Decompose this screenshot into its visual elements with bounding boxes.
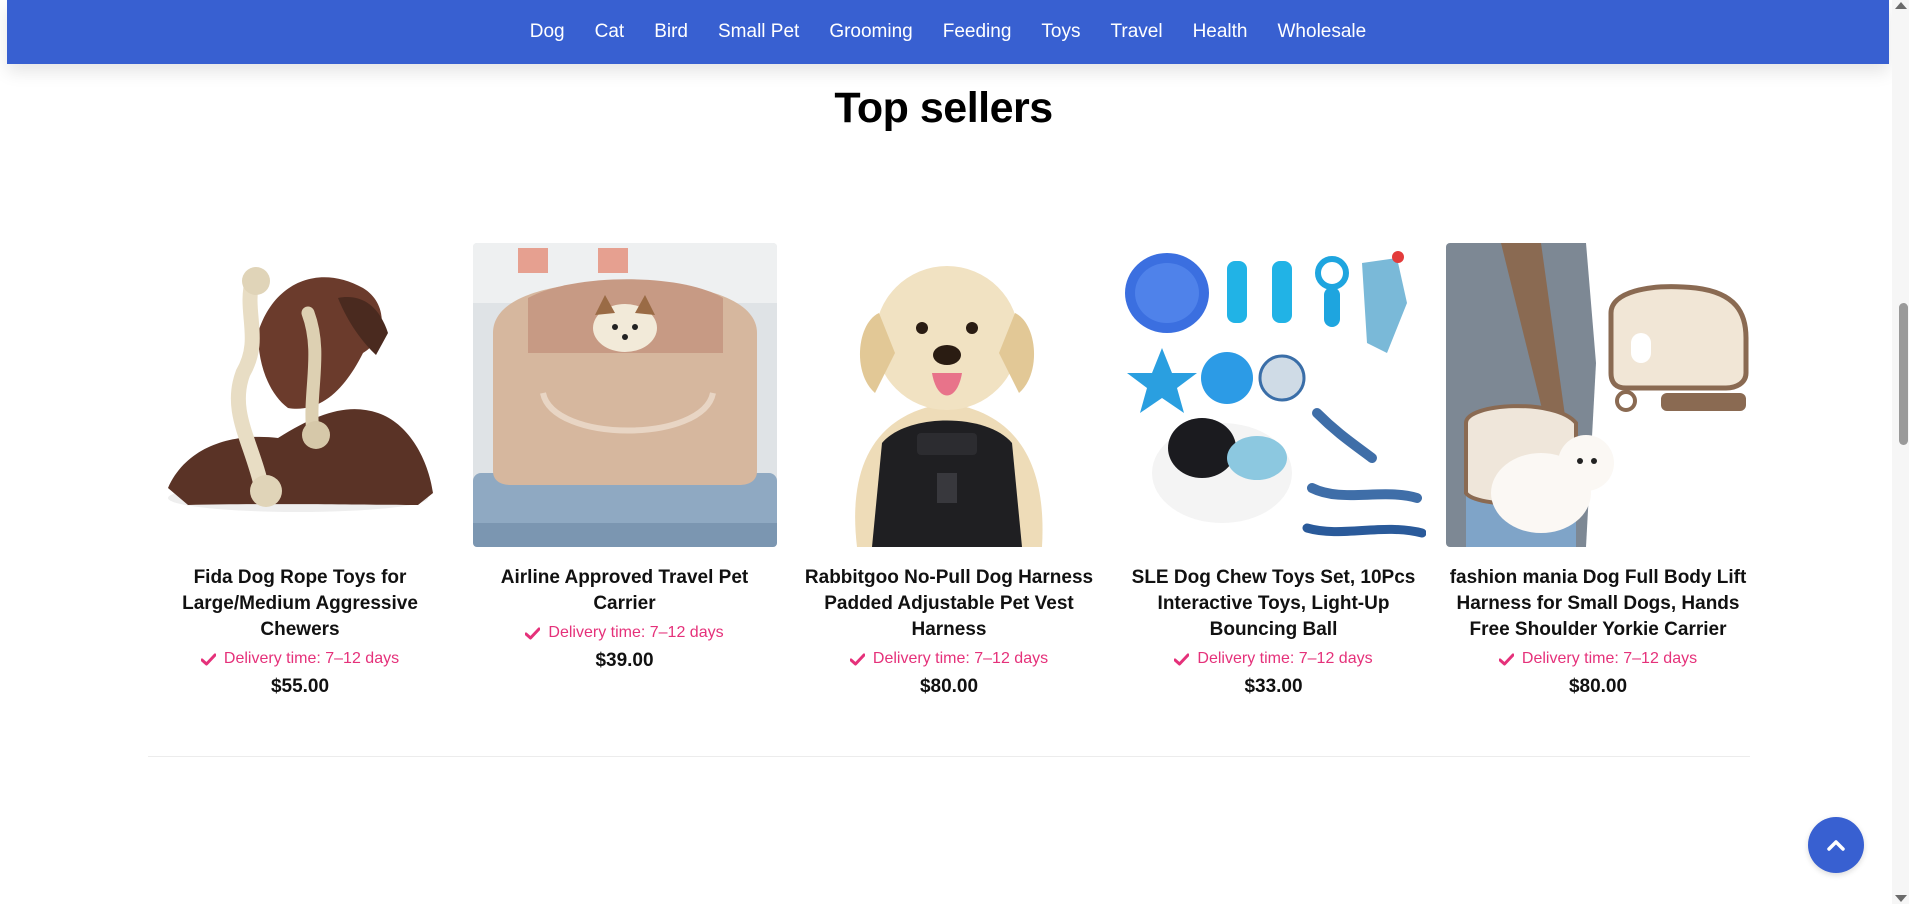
- main-nav: Dog Cat Bird Small Pet Grooming Feeding …: [7, 0, 1889, 64]
- product-name[interactable]: Airline Approved Travel Pet Carrier: [473, 565, 777, 617]
- product-image-dog-rope-toy[interactable]: [148, 243, 452, 547]
- product-grid: Fida Dog Rope Toys for Large/Medium Aggr…: [148, 243, 1750, 700]
- section-title: Top sellers: [834, 84, 1053, 132]
- dog-with-rope-toy-image: [148, 243, 452, 547]
- delivery-time: Delivery time: 7–12 days: [849, 648, 1049, 670]
- nav-item-grooming[interactable]: Grooming: [829, 0, 912, 64]
- nav-item-wholesale[interactable]: Wholesale: [1278, 0, 1367, 64]
- scroll-up-icon[interactable]: [1895, 2, 1907, 9]
- product-image-shoulder-carrier[interactable]: [1446, 243, 1750, 547]
- product-name[interactable]: Rabbitgoo No-Pull Dog Harness Padded Adj…: [797, 565, 1101, 643]
- product-card: Fida Dog Rope Toys for Large/Medium Aggr…: [148, 243, 452, 700]
- delivery-text: Delivery time: 7–12 days: [872, 650, 1049, 667]
- check-icon: [1498, 653, 1514, 665]
- product-price: $55.00: [270, 676, 330, 697]
- product-name[interactable]: fashion mania Dog Full Body Lift Harness…: [1446, 565, 1750, 643]
- section-divider: [148, 756, 1750, 757]
- scroll-down-icon[interactable]: [1895, 895, 1907, 902]
- product-price: $80.00: [919, 676, 979, 697]
- back-to-top-button[interactable]: [1808, 817, 1864, 873]
- delivery-text: Delivery time: 7–12 days: [1197, 650, 1373, 667]
- nav-item-toys[interactable]: Toys: [1041, 0, 1080, 64]
- page-scrollbar[interactable]: [1892, 0, 1909, 904]
- product-card: Airline Approved Travel Pet Carrier Deli…: [472, 243, 777, 700]
- delivery-time: Delivery time: 7–12 days: [200, 648, 400, 670]
- nav-item-feeding[interactable]: Feeding: [943, 0, 1012, 64]
- delivery-text: Delivery time: 7–12 days: [223, 650, 400, 667]
- nav-item-bird[interactable]: Bird: [654, 0, 688, 64]
- check-icon: [849, 653, 865, 665]
- check-icon: [1174, 653, 1190, 665]
- check-icon: [525, 627, 541, 639]
- product-card: Rabbitgoo No-Pull Dog Harness Padded Adj…: [797, 243, 1101, 700]
- shoulder-dog-carrier-image: [1446, 243, 1750, 547]
- nav-item-dog[interactable]: Dog: [530, 0, 565, 64]
- chew-toy-set-image: [1121, 243, 1426, 547]
- scrollbar-thumb[interactable]: [1899, 303, 1908, 445]
- product-image-chew-toys[interactable]: [1121, 243, 1426, 547]
- labrador-in-harness-image: [797, 243, 1101, 547]
- product-price: $39.00: [595, 650, 654, 671]
- nav-item-small-pet[interactable]: Small Pet: [718, 0, 799, 64]
- product-image-travel-carrier[interactable]: [472, 243, 777, 547]
- pet-carrier-on-suitcase-image: [472, 243, 777, 547]
- delivery-time: Delivery time: 7–12 days: [1174, 648, 1373, 670]
- product-name[interactable]: Fida Dog Rope Toys for Large/Medium Aggr…: [148, 565, 452, 643]
- delivery-text: Delivery time: 7–12 days: [1521, 650, 1698, 667]
- nav-item-cat[interactable]: Cat: [595, 0, 625, 64]
- nav-item-health[interactable]: Health: [1193, 0, 1248, 64]
- product-price: $33.00: [1244, 676, 1303, 697]
- product-card: SLE Dog Chew Toys Set, 10Pcs Interactive…: [1121, 243, 1426, 700]
- chevron-up-icon: [1827, 840, 1845, 851]
- product-card: fashion mania Dog Full Body Lift Harness…: [1446, 243, 1750, 700]
- product-price: $80.00: [1568, 676, 1628, 697]
- delivery-text: Delivery time: 7–12 days: [548, 624, 724, 641]
- delivery-time: Delivery time: 7–12 days: [1498, 648, 1698, 670]
- product-name[interactable]: SLE Dog Chew Toys Set, 10Pcs Interactive…: [1122, 565, 1426, 643]
- product-image-dog-harness[interactable]: [797, 243, 1101, 547]
- delivery-time: Delivery time: 7–12 days: [525, 622, 724, 644]
- nav-item-travel[interactable]: Travel: [1110, 0, 1162, 64]
- check-icon: [200, 653, 216, 665]
